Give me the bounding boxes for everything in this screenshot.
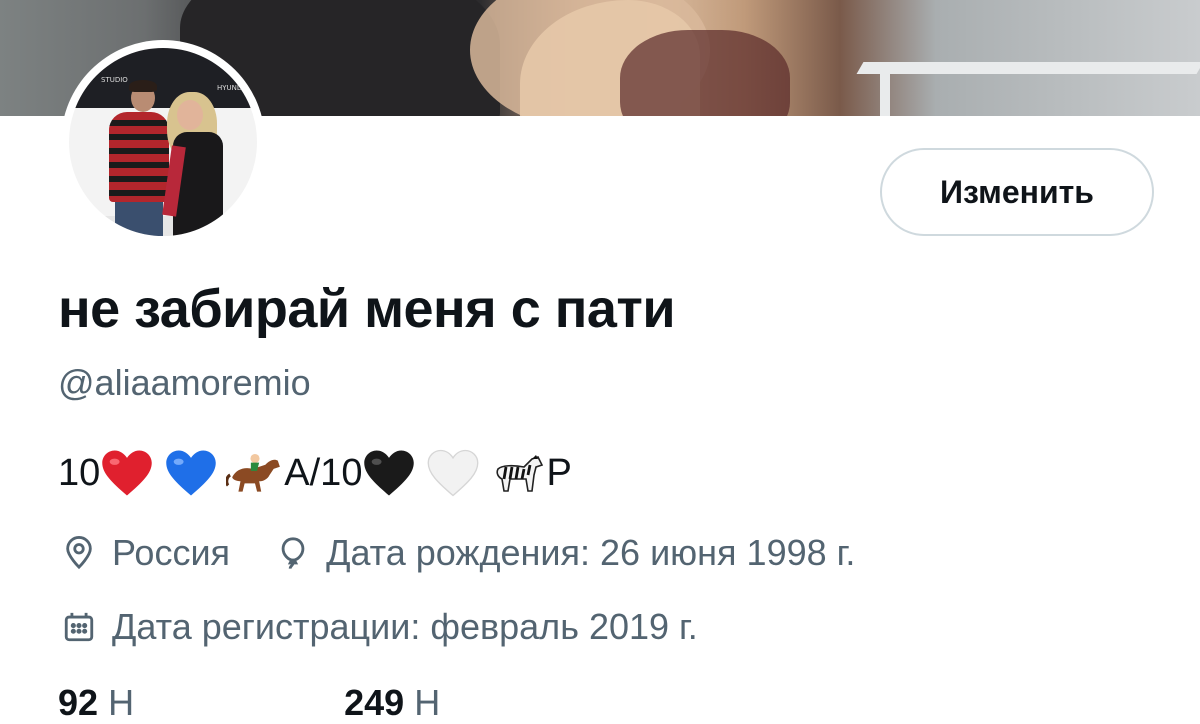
profile-avatar[interactable]: STUDIO HYUNDAI (50, 40, 276, 244)
birthday-text: Дата рождения: 26 июня 1998 г. (326, 532, 856, 573)
zebra-emoji (496, 455, 544, 492)
profile-meta-row: Россия Дата рождения: 26 июня 1998 г. (60, 532, 855, 574)
balloon-icon (274, 534, 312, 572)
photo-person (115, 198, 163, 236)
profile-bio: 10 А/10 Р (58, 448, 572, 498)
location-text: Россия (112, 532, 231, 573)
horse-racing-emoji (226, 453, 281, 492)
follow-stats: 92 Н 249 Н (58, 682, 440, 724)
red-heart-emoji (102, 450, 153, 496)
location-pin-icon (60, 534, 98, 572)
avatar-photo: STUDIO HYUNDAI (69, 48, 257, 236)
calendar-icon (60, 608, 98, 646)
bio-text-start: 10 (58, 451, 101, 494)
photo-sign-studio: STUDIO (101, 76, 128, 84)
banner-shape (880, 72, 890, 116)
photo-person (177, 100, 203, 130)
profile-meta-row: Дата регистрации: февраль 2019 г. (60, 606, 698, 648)
photo-person (109, 112, 169, 202)
bio-text-mid: А/10 (284, 451, 363, 494)
join-date-text: Дата регистрации: февраль 2019 г. (112, 606, 698, 647)
photo-person (129, 80, 157, 92)
user-handle: @aliaamoremio (58, 362, 311, 403)
following-link[interactable]: 92 Н (58, 682, 134, 723)
bio-text-end: Р (546, 451, 572, 494)
white-heart-emoji (428, 449, 479, 497)
banner-shape (856, 62, 1200, 74)
edit-profile-button[interactable]: Изменить (880, 148, 1154, 236)
blue-heart-emoji (166, 450, 217, 496)
followers-count: 249 (344, 682, 405, 723)
photo-sign-hyundai: HYUNDAI (217, 84, 250, 92)
photo-wall (69, 48, 257, 108)
followers-link[interactable]: 249 Н (344, 682, 440, 723)
banner-shape (620, 30, 790, 116)
following-count: 92 (58, 682, 99, 723)
following-label: Н (108, 682, 135, 723)
black-heart-emoji (364, 450, 415, 496)
followers-label: Н (414, 682, 441, 723)
display-name: не забирай меня с пати (58, 279, 676, 339)
